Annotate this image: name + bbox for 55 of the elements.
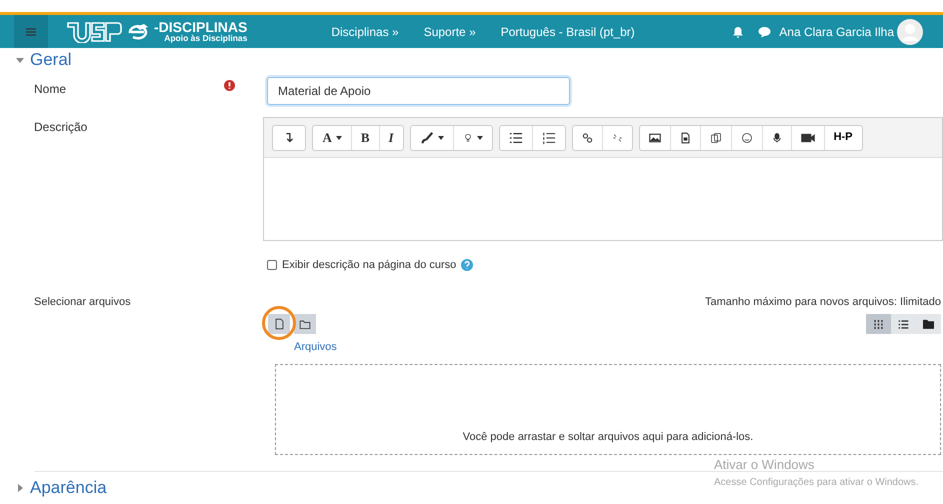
nav-link[interactable]: Disciplinas » [331, 22, 399, 40]
max-size-text: Tamanho máximo para novos arquivos: Ilimitado [704, 294, 941, 310]
copy-icon [710, 130, 722, 144]
avatar-icon[interactable] [897, 18, 923, 44]
menu-button[interactable] [14, 15, 48, 48]
name-input[interactable]: Material de Apoio [267, 77, 570, 105]
menu-icon [26, 28, 36, 36]
section-title[interactable]: Geral [30, 50, 72, 70]
drop-zone-text: Você pode arrastar e soltar arquivos aqui para adicioná-los. [462, 430, 754, 445]
grid-icon [873, 318, 884, 330]
nav-link[interactable]: Suporte » [424, 22, 476, 40]
bell-icon[interactable] [732, 26, 744, 38]
italic-button[interactable]: I [380, 126, 403, 150]
file-icon [274, 318, 284, 330]
activation-text: Acesse Configurações para ativar o Windows. [714, 476, 919, 490]
caret-icon [438, 136, 444, 140]
section-toggle-icon[interactable] [16, 484, 24, 492]
bold-button[interactable]: B [352, 126, 380, 150]
field-label: Selecionar arquivos [34, 294, 132, 310]
logo-title: -DISCIPLINAS [154, 20, 248, 34]
list-icon [898, 318, 909, 330]
caret-icon [336, 136, 342, 140]
folder-icon [923, 319, 934, 329]
font-button[interactable]: A [313, 126, 352, 150]
create-folder-button[interactable] [294, 314, 316, 334]
link-icon [582, 130, 593, 144]
add-file-button[interactable] [268, 314, 290, 334]
checkbox[interactable] [267, 260, 277, 270]
breadcrumb-link[interactable]: Arquivos [294, 339, 337, 356]
chat-icon[interactable] [758, 26, 772, 38]
checkbox-label: Exibir descrição na página do curso [282, 258, 456, 273]
microphone-icon [772, 130, 782, 144]
brush-icon [420, 130, 434, 144]
section-title[interactable]: Aparência [30, 478, 107, 498]
view-mode-button[interactable] [891, 314, 916, 334]
image-icon [648, 130, 661, 144]
view-mode-button[interactable] [916, 314, 941, 334]
field-label: Nome [34, 81, 68, 98]
h5p-button[interactable]: H-P [824, 126, 862, 150]
smiley-icon [740, 130, 753, 144]
view-mode-button[interactable] [866, 314, 891, 334]
field-label: Descrição [34, 119, 88, 136]
media-file-icon [680, 130, 691, 144]
section-toggle-icon[interactable] [16, 56, 24, 64]
folder-icon [299, 318, 311, 330]
logo-subtitle: Apoio às Disciplinas [164, 34, 248, 43]
activation-title: Ativar o Windows [714, 456, 816, 474]
bullet-list-icon [508, 130, 523, 144]
nav-link[interactable]: Português - Brasil (pt_br) [500, 22, 635, 40]
drop-zone[interactable]: Você pode arrastar e soltar arquivos aqui para adicioná-los. [275, 364, 941, 454]
caret-icon [476, 136, 483, 140]
numbered-list-icon [542, 130, 556, 144]
usp-logo [66, 20, 122, 42]
user-name[interactable]: Ana Clara Garcia Ilha [779, 22, 894, 40]
help-icon[interactable] [461, 259, 474, 272]
